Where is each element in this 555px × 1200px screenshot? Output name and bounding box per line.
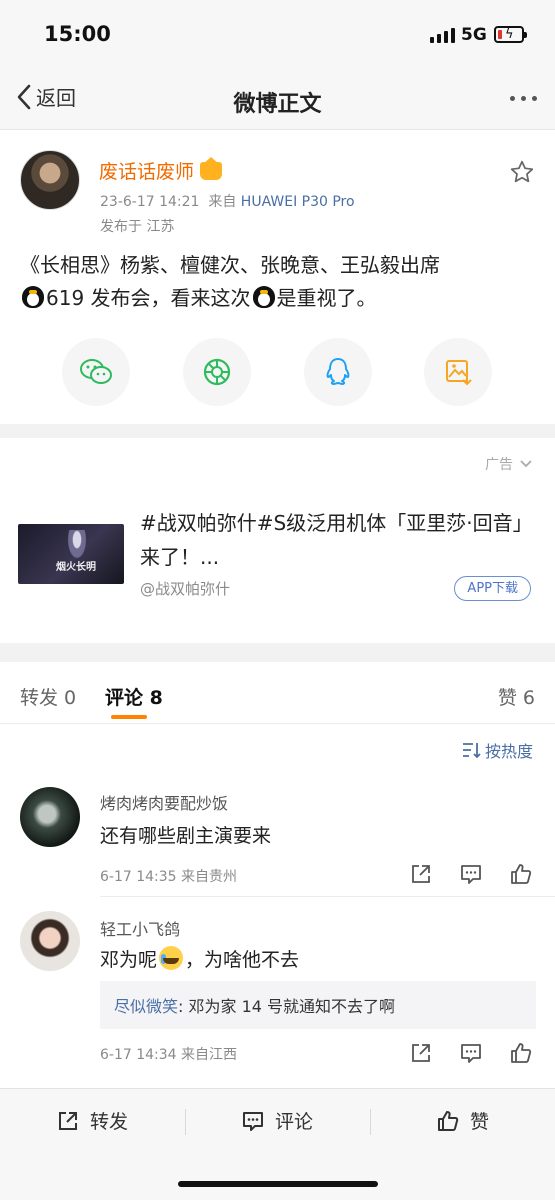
section-gap [0, 424, 555, 438]
comment-icon [243, 1111, 263, 1131]
post-line-2a: 619 发布会，看来这次 [46, 286, 251, 310]
post-line-2b: 是重视了。 [276, 286, 377, 310]
qq-icon [326, 358, 350, 385]
comment-text: 邓为呢 ，为啥他不去 [100, 945, 299, 972]
avatar[interactable] [20, 787, 80, 847]
share-icon[interactable] [409, 1041, 433, 1065]
post-meta: 23-6-17 14:21 来自 HUAWEI P30 Pro [100, 191, 355, 211]
commenter-name[interactable]: 轻工小飞鸽 [100, 916, 180, 940]
share-row [0, 338, 555, 408]
network-label: 5G [461, 25, 487, 45]
comment-meta: 6-17 14:34 来自江西 [100, 1047, 238, 1063]
like-label: 赞 [470, 1111, 490, 1133]
sort-icon [462, 743, 481, 759]
ad-account[interactable]: @战双帕弥什 [140, 578, 230, 599]
source-prefix: 来自 [208, 194, 237, 210]
source-device[interactable]: HUAWEI P30 Pro [241, 194, 355, 210]
comment-item: 烤肉烤肉要配炒饭 还有哪些剧主演要来 6-17 14:35 来自贵州 [0, 773, 555, 897]
status-time: 15:00 [44, 22, 111, 46]
avatar[interactable] [20, 911, 80, 971]
tab-likes[interactable]: 赞 6 [498, 683, 535, 710]
moments-icon [203, 358, 231, 386]
comment-text: 还有哪些剧主演要来 [100, 825, 272, 847]
comment-icon[interactable] [459, 1041, 483, 1065]
share-icon[interactable] [409, 862, 433, 886]
commenter-name[interactable]: 烤肉烤肉要配炒饭 [100, 790, 228, 814]
tab-comments[interactable]: 评论 8 [105, 683, 163, 710]
chevron-down-icon [520, 460, 532, 468]
comment-item: 轻工小飞鸽 邓为呢 ，为啥他不去 尽似微笑: 邓为家 14 号就通知不去了啊 6-… [0, 897, 555, 1087]
comment-label: 评论 [275, 1111, 314, 1133]
post-location: 发布于 江苏 [100, 219, 175, 235]
sort-by-heat-button[interactable]: 按热度 [461, 738, 533, 762]
divider [370, 1109, 371, 1135]
sort-label: 按热度 [484, 742, 533, 761]
wechat-icon [80, 359, 112, 384]
status-bar: 15:00 5G ϟ [0, 0, 555, 70]
like-icon[interactable] [509, 862, 533, 886]
share-icon [59, 1111, 77, 1130]
penguin-emoji-icon [252, 286, 275, 308]
reply-preview[interactable]: 尽似微笑: 邓为家 14 号就通知不去了啊 [100, 981, 536, 1029]
ad-tag-label: 广告 [485, 457, 513, 473]
comment-actions [409, 862, 533, 886]
comment-meta: 6-17 14:35 来自贵州 [100, 869, 238, 885]
divider [185, 1109, 186, 1135]
avatar[interactable] [20, 150, 80, 210]
signal-icon [430, 28, 455, 43]
more-icon[interactable] [510, 96, 537, 101]
post-date: 23-6-17 14:21 [100, 194, 200, 210]
comment-actions [409, 1041, 533, 1065]
comment-text-b: ，为啥他不去 [185, 949, 300, 971]
battery-icon: ϟ [494, 26, 527, 43]
like-icon[interactable] [509, 1041, 533, 1065]
repost-label: 转发 [90, 1111, 129, 1133]
comment-button[interactable]: 评论 [241, 1107, 313, 1134]
ad-thumbnail-text: 烟火长明 [56, 562, 96, 573]
post-line-2: 619 发布会，看来这次 是重视了。 [20, 282, 540, 315]
ad-title[interactable]: #战双帕弥什#S级泛用机体「亚里莎·回音」来了！... [140, 506, 535, 574]
nav-bar: 返回 微博正文 [0, 70, 555, 130]
tab-repost[interactable]: 转发 0 [20, 683, 76, 710]
share-qq-button[interactable] [304, 338, 372, 406]
post-line-1: 《长相思》杨紫、檀健次、张晚意、王弘毅出席 [20, 253, 440, 277]
home-indicator[interactable] [178, 1181, 378, 1187]
sort-bar: 按热度 [0, 725, 555, 773]
vip-crown-icon [200, 156, 223, 180]
crying-laugh-emoji-icon [159, 946, 184, 970]
post-content: 《长相思》杨紫、檀健次、张晚意、王弘毅出席 619 发布会，看来这次 是重视了。 [20, 249, 540, 315]
share-moments-button[interactable] [183, 338, 251, 406]
comment-text-a: 邓为呢 [100, 949, 158, 971]
page-title: 微博正文 [233, 92, 322, 117]
ad-thumbnail[interactable]: 烟火长明 [18, 524, 124, 584]
share-wechat-button[interactable] [62, 338, 130, 406]
active-tab-indicator [111, 715, 147, 719]
reply-author[interactable]: 尽似微笑 [114, 997, 178, 1016]
interaction-tabs: 转发 0 评论 8 赞 6 [0, 662, 555, 724]
save-image-icon [446, 360, 472, 386]
like-icon [438, 1110, 459, 1131]
favorite-star-icon[interactable] [509, 159, 535, 189]
post-card: 废话话废师 23-6-17 14:21 来自 HUAWEI P30 Pro 发布… [0, 131, 555, 424]
bottom-action-bar: 转发 评论 赞 [0, 1088, 555, 1200]
penguin-emoji-icon [22, 286, 44, 308]
share-save-image-button[interactable] [424, 338, 492, 406]
ad-tag[interactable]: 广告 [485, 454, 533, 474]
author-name: 废话话废师 [99, 161, 195, 183]
comment-icon[interactable] [459, 862, 483, 886]
ad-card[interactable]: 广告 烟火长明 #战双帕弥什#S级泛用机体「亚里莎·回音」来了！... @战双帕… [0, 438, 555, 643]
like-button[interactable]: 赞 [436, 1107, 489, 1134]
repost-button[interactable]: 转发 [56, 1107, 128, 1134]
author-name-row[interactable]: 废话话废师 [99, 156, 223, 184]
reply-text: : 邓为家 14 号就通知不去了啊 [178, 997, 396, 1016]
section-gap [0, 643, 555, 662]
app-download-button[interactable]: APP下载 [454, 576, 531, 601]
